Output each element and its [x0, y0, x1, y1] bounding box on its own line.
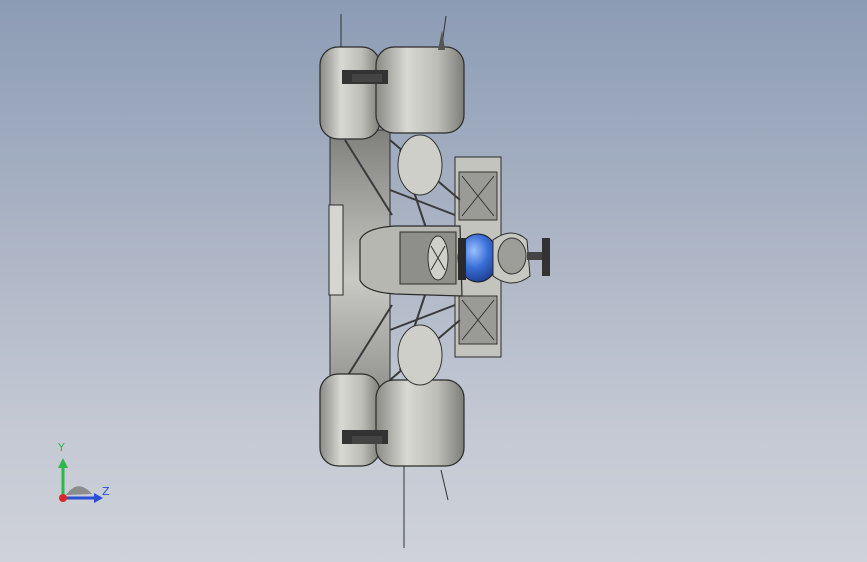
front-tire-top — [375, 46, 465, 134]
steering-wheel — [542, 238, 550, 276]
z-axis-label: Z — [102, 485, 110, 498]
front-tire-bottom — [375, 379, 465, 467]
orientation-triad: Y Z — [48, 440, 120, 510]
f1-car-model[interactable] — [0, 0, 867, 562]
graphics-viewport[interactable]: Y Z — [0, 0, 867, 562]
y-axis-label: Y — [58, 441, 65, 454]
rear-tire-top — [319, 46, 381, 140]
rear-tire-bottom — [319, 373, 381, 467]
